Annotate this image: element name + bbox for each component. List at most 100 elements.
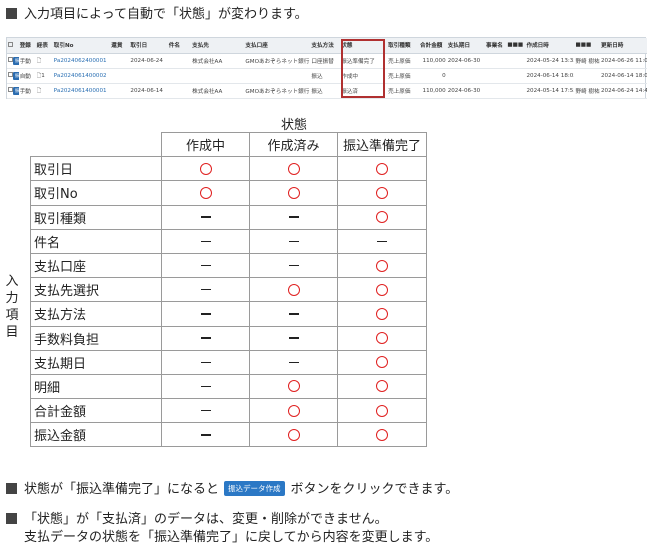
grid-cell: 2024-06-14 18:05 [600,68,647,84]
field-label: 取引日 [30,156,162,182]
grid-cell: 🗋1 [35,68,53,84]
grid-cell [129,68,168,84]
row-transfer-button[interactable]: 振込 [13,56,19,65]
side-label-char: 目 [5,325,19,340]
mark-required [249,422,338,448]
grid-cell: 売上原価 [387,68,420,84]
mark-not-required [249,349,338,375]
required-circle-icon [199,186,212,199]
grid-cell [485,53,507,69]
grid-row[interactable]: 振込手動🗋 Pa2024062400001 2024-06-24 株式会社AAGMOあ… [7,53,647,69]
grid-cell: 野崎 樹祐 [574,53,600,69]
column-header-ready: 振込準備完了 [337,131,427,158]
mark-not-required [249,325,338,351]
document-icon: 🗋 [36,87,42,94]
grid-cell [485,83,507,99]
grid-cell [167,83,192,99]
field-row: 支払先選択 [30,277,427,303]
row-transfer-button[interactable]: 振込 [13,71,19,80]
square-bullet-icon [6,483,17,494]
grid-cell [485,68,507,84]
grid-cell: 0 [419,68,447,84]
not-required-dash-icon [200,385,211,388]
field-label: 取引No [30,180,162,206]
grid-cell [110,83,130,99]
mark-not-required [161,228,250,254]
grid-cell: 振込 [7,68,19,84]
not-required-dash-icon [377,240,387,243]
required-circle-icon [376,332,388,345]
transaction-no-link[interactable]: Pa2024061400001 [52,83,111,99]
grid-cell: 2024-06-14 [129,83,168,99]
grid-header-cell: 支払期日 [446,38,486,54]
grid-header-cell: 合計金額 [419,38,447,54]
mark-required [337,252,427,279]
grid-cell: 2024-06-24 [129,53,168,69]
field-row: 振込金額 [30,422,427,448]
grid-cell: 野崎 樹祐 [574,83,600,99]
side-label-char: 項 [5,308,19,323]
screenshot-data-grid: 登録 経表 取引No 還貨 取引日 件名 支払先 支払口座 支払方法 状態 取引種類 合計金額 支払期日… [6,37,647,99]
mark-required [337,277,427,303]
not-required-dash-icon [200,216,211,218]
mark-not-required [249,228,338,254]
grid-cell [191,68,245,84]
field-label: 取引種類 [30,204,162,230]
mark-required [337,373,427,400]
field-row: 明細 [30,373,427,400]
required-circle-icon [376,356,388,369]
field-row: 手数料負担 [30,325,427,351]
required-circle-icon [376,428,388,441]
mark-not-required [337,228,427,254]
grid-cell: 2024-06-26 11:02 [600,53,647,69]
grid-row[interactable]: 振込手動🗋Pa20240614000012024-06-14株式会社AAGMOあ… [7,83,647,99]
transaction-no-link[interactable]: Pa2024061400002 [52,68,111,84]
status-super-header: 状態 [281,118,308,133]
required-circle-icon [287,186,300,199]
field-row: 取引No [30,180,427,206]
grid-cell: 2024-06-30 [446,83,486,99]
not-required-dash-icon [200,361,211,364]
side-label-char: 入 [5,274,19,289]
mark-required [249,277,338,303]
not-required-dash-icon [288,361,299,364]
grid-cell: 株式会社AA [191,53,245,69]
field-label: 合計金額 [30,398,162,424]
grid-cell: 口座振替 [310,53,341,69]
select-all-checkbox[interactable] [8,41,13,47]
grid-row[interactable]: 振込自動🗋1Pa2024061400002振込作成中売上原価02024-06-1… [7,68,647,84]
grid-cell: GMOあおぞらネット銀行 [244,83,311,99]
note-transfer-button: 状態が「振込準備完了」になると 振込データ作成 ボタンをクリックできます。 [6,478,458,497]
grid-cell: 110,000 [419,83,447,99]
mark-not-required [161,349,250,375]
grid-header-cell: ■■■ [506,38,526,54]
grid-cell [506,68,526,84]
mark-required [337,204,427,230]
row-transfer-button[interactable]: 振込 [13,86,19,95]
grid-cell: 売上原価 [387,53,420,69]
status-input-table: 作成中 作成済み 振込準備完了 取引日 取引No 取引種類 件名 支払口座 支払先選択 支払… [30,131,427,448]
mark-required [337,156,427,182]
create-transfer-data-button[interactable]: 振込データ作成 [224,481,285,496]
required-circle-icon [287,162,300,175]
grid-cell [244,68,311,84]
grid-cell: 手動 [18,83,36,99]
grid-cell: 売上原価 [387,83,420,99]
field-label: 支払方法 [30,301,162,327]
mark-not-required [161,422,250,448]
transaction-no-link[interactable]: Pa2024062400001 [52,53,111,69]
grid-cell: 振込 [7,53,19,69]
intro-text: 入力項目によって自動で「状態」が変わります。 [6,3,308,22]
grid-cell [167,53,192,69]
required-circle-icon [376,162,388,175]
column-header-created: 作成済み [249,131,338,158]
mark-required [337,301,427,327]
grid-header-cell: ■■■ [574,38,600,54]
field-label: 件名 [30,228,162,254]
mark-not-required [249,252,338,279]
field-label: 支払先選択 [30,277,162,303]
mark-required [249,373,338,400]
grid-header-cell: 件名 [167,38,192,54]
field-label: 振込金額 [30,422,162,448]
mark-required [337,349,427,375]
